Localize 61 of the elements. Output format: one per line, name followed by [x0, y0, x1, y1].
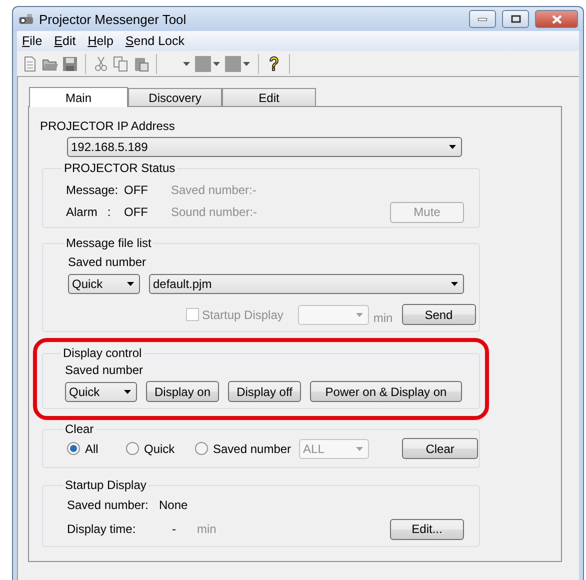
clear-button[interactable]: Clear: [402, 438, 478, 459]
send-button[interactable]: Send: [402, 304, 476, 325]
field-label: Display time:: [67, 522, 137, 536]
menu-item[interactable]: Help: [88, 34, 114, 48]
tab[interactable]: Main: [29, 87, 128, 107]
minimize-icon: [478, 18, 487, 20]
menu-item[interactable]: File: [22, 34, 42, 48]
status-label: Alarm :: [66, 205, 112, 219]
file-select[interactable]: default.pjm: [149, 274, 464, 294]
close-icon: [552, 14, 562, 24]
unit-label: min: [197, 522, 216, 536]
window-title: Projector Messenger Tool: [39, 12, 188, 26]
copy-icon[interactable]: [113, 56, 129, 72]
dropdown-arrow-icon: [449, 145, 456, 149]
tab[interactable]: Discovery: [128, 88, 222, 106]
projector-icon: [18, 12, 34, 26]
display-button[interactable]: Power on & Display on: [310, 381, 462, 402]
ip-address-select[interactable]: 192.168.5.189: [67, 137, 462, 157]
field-label: PROJECTOR IP Address: [40, 119, 176, 133]
dropdown-arrow-icon: [124, 390, 131, 394]
group-title: Message file list: [65, 236, 152, 250]
status-detail: Sound number:-: [171, 205, 258, 219]
field-label: Saved number: [65, 363, 144, 377]
field-label: Saved number: [68, 255, 146, 269]
display-button[interactable]: Display off: [228, 381, 301, 402]
color-swatch-icon[interactable]: [195, 56, 221, 72]
maximize-button[interactable]: [502, 10, 529, 28]
display-button[interactable]: Display on: [146, 381, 219, 402]
status-value: OFF: [124, 183, 149, 197]
group-title: Clear: [64, 422, 95, 436]
group-title: Display control: [62, 346, 143, 360]
new-file-icon[interactable]: [22, 56, 38, 72]
edit-button[interactable]: Edit...: [390, 518, 464, 540]
maximize-icon: [510, 15, 520, 23]
status-detail: Saved number:-: [171, 183, 256, 197]
unit-label: min: [373, 311, 393, 325]
radio-option[interactable]: All: [67, 442, 126, 456]
dropdown-arrow-icon: [127, 282, 134, 286]
paste-icon[interactable]: [133, 56, 149, 72]
radio-option[interactable]: Saved number: [195, 442, 292, 456]
radio-option[interactable]: Quick: [126, 442, 195, 456]
field-value: None: [159, 498, 188, 512]
dropdown-arrow-icon: [356, 446, 364, 450]
group-title: Startup Display: [64, 478, 148, 492]
menu-item[interactable]: Edit: [54, 34, 76, 48]
dropdown-arrow-icon: [451, 282, 458, 286]
type-select[interactable]: Quick: [68, 274, 140, 294]
tab[interactable]: Edit: [222, 88, 316, 106]
menu-item[interactable]: Send Lock: [125, 34, 184, 48]
minimize-button[interactable]: [469, 10, 496, 28]
field-label: Saved number:: [67, 498, 150, 512]
close-button[interactable]: [535, 10, 578, 28]
dropdown-arrow-icon: [356, 312, 364, 316]
status-label: Message:: [66, 183, 120, 197]
color-swatch-icon[interactable]: [225, 56, 251, 72]
status-value: OFF: [124, 205, 149, 219]
group-title: PROJECTOR Status: [63, 161, 176, 175]
save-icon[interactable]: [62, 56, 78, 72]
scissors-icon[interactable]: [93, 56, 109, 72]
field-value: -: [171, 522, 177, 536]
type-select[interactable]: Quick: [65, 382, 137, 402]
